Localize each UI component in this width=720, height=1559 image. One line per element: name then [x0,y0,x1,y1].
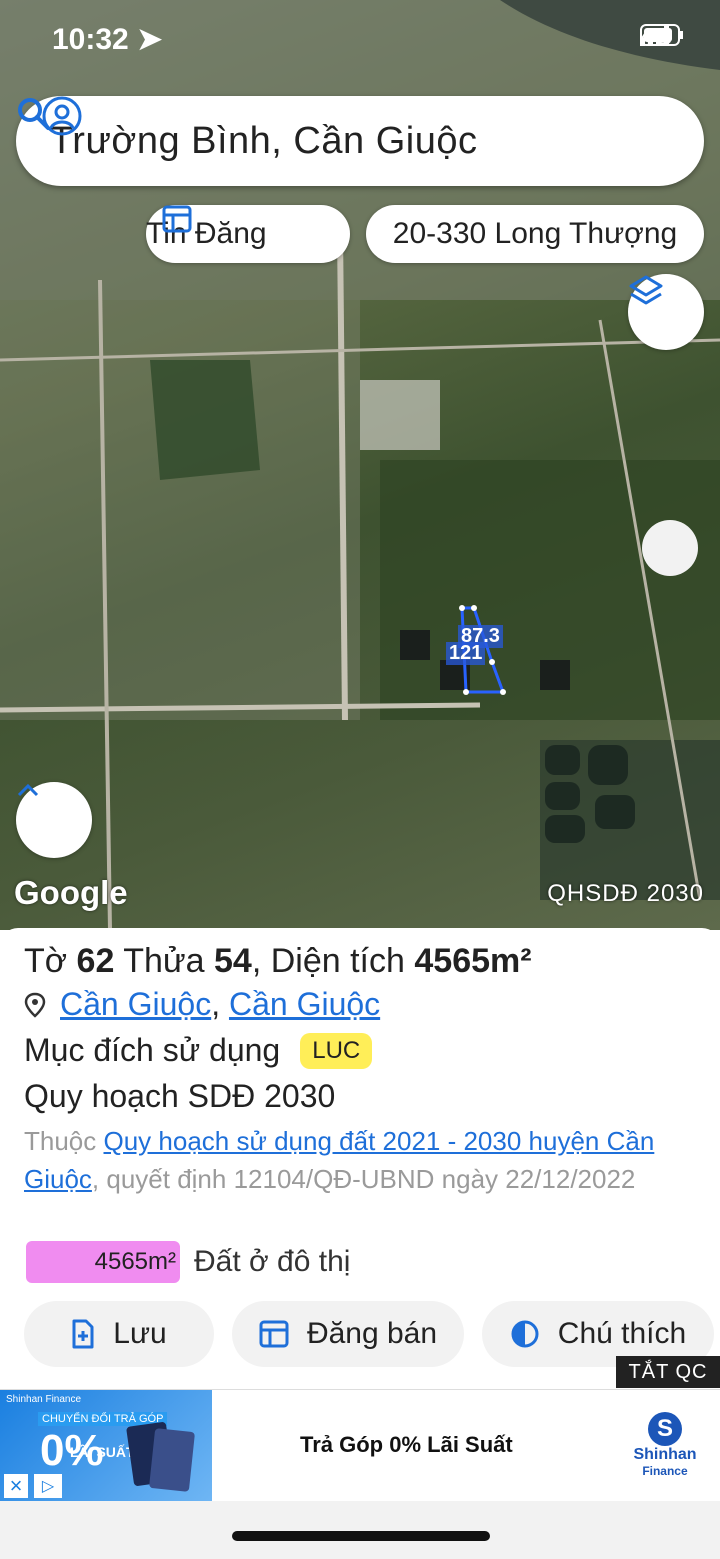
table-icon [259,1320,289,1348]
ad-logo[interactable]: S Shinhan Finance [632,1412,698,1478]
parcel-edge-label: 121 [446,642,486,665]
layers-button[interactable] [628,274,704,350]
status-bar: 10:32 ➤ 4G [0,0,720,82]
plan-description: Thuộc Quy hoạch sử dụng đất 2021 - 2030 … [24,1126,655,1194]
zone-row: 4565m² Đất ở đô thị [26,1241,350,1283]
ad-headline[interactable]: Trả Góp 0% Lãi Suất [300,1432,513,1458]
shinhan-logo-icon: S [648,1412,682,1446]
location-pin-icon [24,992,46,1018]
zone-area-swatch: 4565m² [26,1241,180,1283]
chevron-up-icon [17,783,39,797]
plan-title: Quy hoạch SDĐ 2030 [24,1078,336,1114]
location-button[interactable] [642,520,698,576]
purpose-badge: LUC [300,1032,373,1069]
land-use-purpose: Mục đích sử dụng LUC [24,1032,373,1069]
save-button[interactable]: Lưu [24,1301,214,1367]
layer-label: QHSDĐ 2030 [547,880,704,907]
parcel-location: Cần Giuộc, Cần Giuộc [24,986,380,1023]
google-logo: Google [14,874,128,911]
address-chip-label: 20-330 Long Thượng [392,217,678,250]
ad-banner[interactable]: Shinhan Finance CHUYỂN ĐỔI TRẢ GÓP 0% LÃ… [0,1389,720,1502]
bottom-area [0,1501,720,1559]
ad-image[interactable]: Shinhan Finance CHUYỂN ĐỔI TRẢ GÓP 0% LÃ… [0,1390,212,1502]
layers-icon [629,275,663,305]
parcel-title: Tờ 62 Thửa 54, Diện tích 4565m² [24,942,532,980]
search-bar[interactable]: Trường Bình, Cần Giuộc [16,96,704,186]
status-time: 10:32 ➤ [52,23,163,56]
expand-up-button[interactable] [16,782,92,858]
zone-label: Đất ở đô thị [194,1245,351,1278]
parcel-info-sheet: Tờ 62 Thửa 54, Diện tích 4565m² Cần Giuộ… [0,928,720,1389]
battery-icon [639,24,683,46]
contrast-icon [511,1320,539,1348]
search-input[interactable]: Trường Bình, Cần Giuộc [50,120,704,163]
commune-link[interactable]: Cần Giuộc [229,986,380,1023]
ad-choices-icon[interactable]: ▷ [34,1474,62,1498]
close-ads-button[interactable]: TẮT QC [616,1356,720,1388]
home-indicator[interactable] [232,1531,490,1541]
address-chip[interactable]: 20-330 Long Thượng [366,205,704,263]
map-view[interactable]: 87.3 121 10:32 ➤ 4G Trường Bình, Cần Giu… [0,0,720,930]
table-icon [162,205,192,233]
district-link[interactable]: Cần Giuộc [60,986,211,1023]
search-icon[interactable] [16,96,52,132]
listing-chip[interactable]: Tin Đăng [146,205,350,263]
card-image [148,1428,196,1492]
add-file-icon [72,1319,94,1349]
location-arrow-icon: ➤ [137,23,163,56]
ad-close-icon[interactable]: × [4,1473,28,1498]
post-sale-button[interactable]: Đăng bán [232,1301,464,1367]
